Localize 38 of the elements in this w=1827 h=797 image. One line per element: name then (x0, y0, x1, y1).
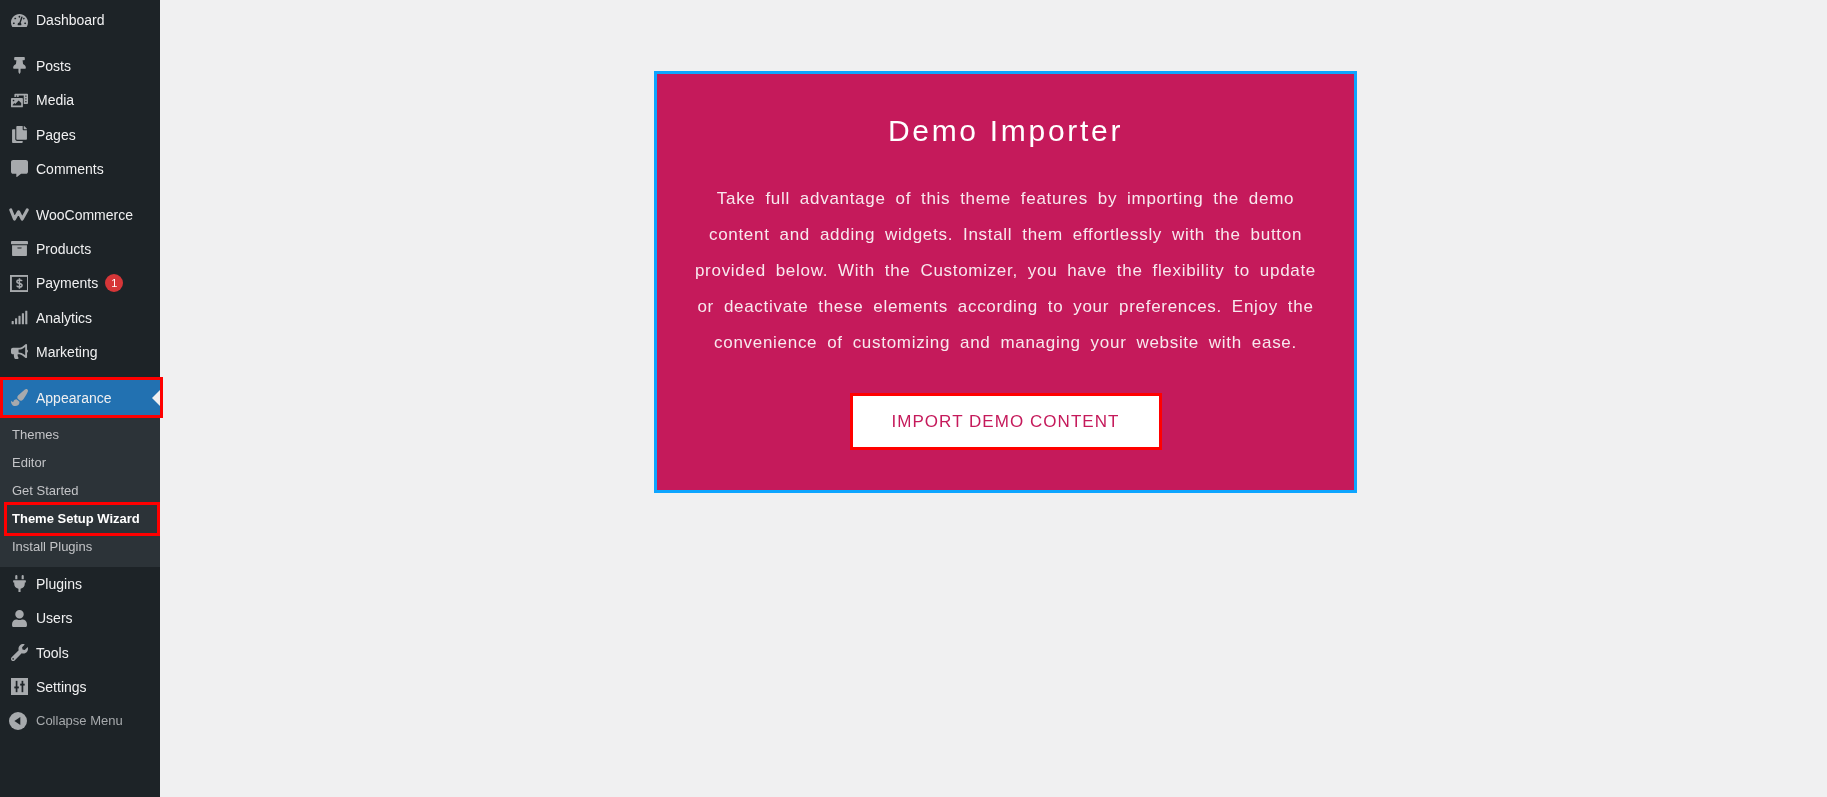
submenu-item[interactable]: Themes (4, 420, 160, 449)
sidebar-menu-item[interactable]: Payments 1 (0, 266, 160, 301)
sidebar-menu-item[interactable]: Plugins (0, 566, 160, 602)
pages-icon (10, 126, 28, 144)
user-icon (10, 609, 28, 627)
w-logo-icon (9, 206, 29, 224)
plug-icon (10, 575, 28, 593)
sidebar-menu-item[interactable]: Comments (0, 151, 160, 186)
sidebar-menu-item[interactable]: Pages (0, 117, 160, 152)
archive-box-icon (10, 240, 28, 258)
dollar-box-icon (9, 274, 29, 292)
sidebar-menu-item[interactable]: Dashboard (0, 3, 160, 38)
megaphone-icon (10, 343, 28, 361)
sidebar-menu-item[interactable]: Analytics (0, 300, 160, 335)
card-description: Take full advantage of this theme features by importing the demo content and adding widgets. Install them effortlessly with the button provided below. With the Customizer, you have the flexibility to update or deactivate these elements according to your preferences. Enjoy the convenience of customizing and managing your website with ease. (693, 188, 1317, 354)
photo-video-icon (10, 91, 28, 109)
import-demo-button[interactable]: IMPORT DEMO CONTENT (849, 393, 1162, 450)
gauge-icon (10, 11, 28, 29)
count-badge: 1 (105, 274, 124, 293)
sidebar-menu-item[interactable]: Products (0, 231, 160, 267)
sidebar-menu-item[interactable]: Appearance (0, 377, 163, 418)
card-title: Demo Importer (887, 113, 1124, 149)
sidebar-menu-item[interactable]: Marketing (0, 334, 160, 369)
wrench-icon (10, 644, 28, 661)
sidebar-menu-item[interactable]: WooCommerce (0, 197, 160, 232)
sidebar-menu-item[interactable]: Tools (0, 635, 160, 670)
sidebar-menu-item[interactable]: Media (0, 83, 160, 118)
bar-chart-icon (10, 309, 28, 326)
collapse-menu-button[interactable]: Collapse Menu (0, 703, 123, 738)
speech-bubble-icon (10, 160, 28, 178)
submenu-item[interactable]: Theme Setup Wizard (4, 501, 160, 536)
sidebar-menu-item[interactable]: Settings (0, 669, 160, 704)
pin-icon (10, 57, 28, 75)
sidebar-menu-item[interactable]: Posts (0, 48, 160, 84)
paintbrush-icon (10, 389, 28, 407)
sliders-icon (10, 678, 28, 696)
sidebar-menu-item[interactable]: Users (0, 601, 160, 636)
submenu-item[interactable]: Editor (4, 448, 160, 477)
